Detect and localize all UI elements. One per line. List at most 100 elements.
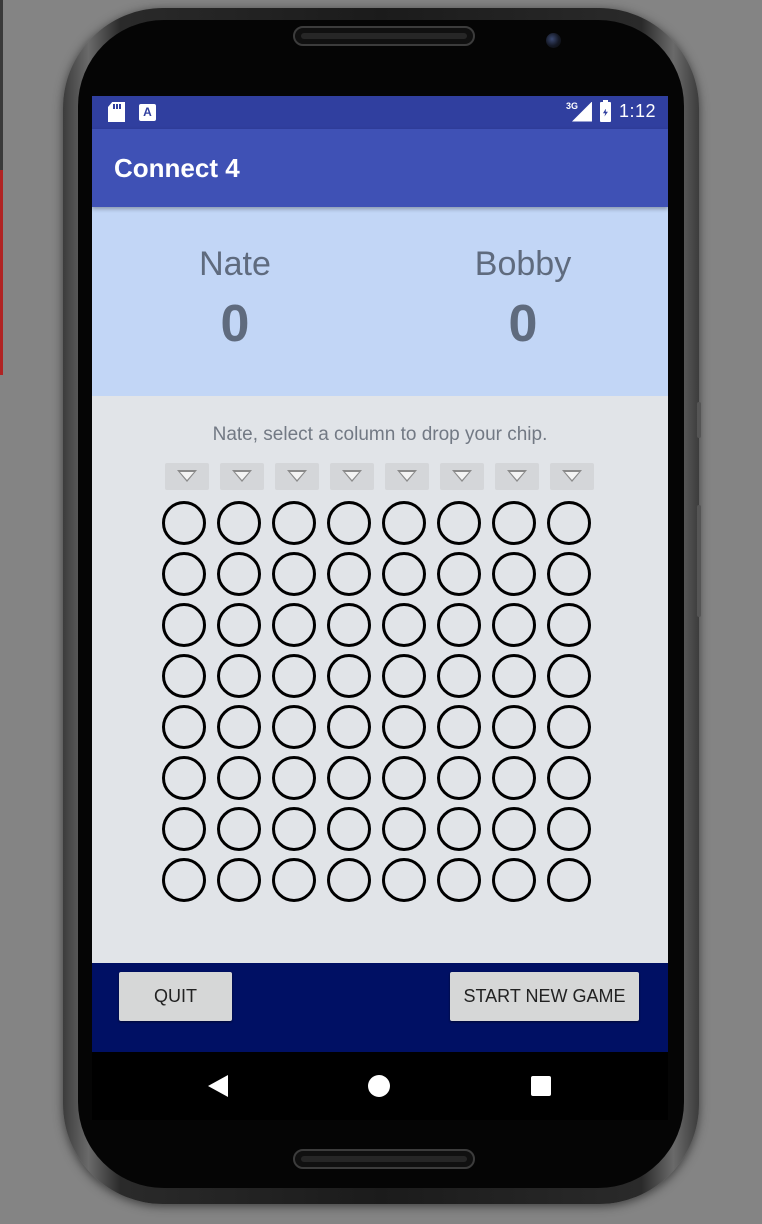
board-cell: [382, 756, 426, 800]
battery-charging-icon: [599, 99, 611, 122]
board-cell: [437, 501, 481, 545]
triangle-down-icon: [287, 470, 307, 482]
board-cell: [382, 807, 426, 851]
board-cell: [327, 552, 371, 596]
player-one-score: 0: [220, 295, 250, 353]
board-cell: [437, 705, 481, 749]
quit-button[interactable]: QUIT: [119, 972, 232, 1021]
board-cell: [547, 501, 591, 545]
home-icon[interactable]: [368, 1075, 390, 1097]
drop-column-3-button[interactable]: [275, 463, 319, 490]
triangle-down-icon: [507, 470, 527, 482]
board-cell: [437, 552, 481, 596]
bottom-speaker: [293, 1149, 475, 1169]
background-strip-red: [0, 170, 3, 375]
board-cell: [217, 603, 261, 647]
score-panel: Nate 0 Bobby 0: [92, 207, 668, 396]
triangle-down-icon: [177, 470, 197, 482]
board-cell: [272, 552, 316, 596]
turn-prompt: Nate, select a column to drop your chip.: [212, 424, 548, 445]
board-cell: [382, 501, 426, 545]
board-cell: [492, 756, 536, 800]
sd-card-icon: [108, 102, 125, 122]
board-cell: [437, 807, 481, 851]
start-new-game-button[interactable]: START NEW GAME: [450, 972, 639, 1021]
player-two-score: 0: [508, 295, 538, 353]
board-cell: [437, 858, 481, 902]
triangle-down-icon: [232, 470, 252, 482]
app-bar: Connect 4: [92, 129, 668, 207]
board-cell: [162, 603, 206, 647]
board-cell: [272, 705, 316, 749]
drop-column-6-button[interactable]: [440, 463, 484, 490]
board-cell: [272, 501, 316, 545]
board-cell: [162, 756, 206, 800]
board-cell: [437, 603, 481, 647]
triangle-down-icon: [397, 470, 417, 482]
board-cell: [272, 654, 316, 698]
board-cell: [162, 858, 206, 902]
recents-icon[interactable]: [531, 1076, 551, 1096]
board-cell: [492, 603, 536, 647]
app-title: Connect 4: [114, 153, 240, 183]
network-type: 3G: [565, 100, 578, 111]
board-cell: [162, 654, 206, 698]
board-cell: [217, 858, 261, 902]
top-speaker: [293, 26, 475, 46]
board-cell: [547, 705, 591, 749]
board-cell: [217, 654, 261, 698]
board-cell: [327, 654, 371, 698]
board-cell: [382, 858, 426, 902]
board-cell: [162, 501, 206, 545]
drop-column-5-button[interactable]: [385, 463, 429, 490]
drop-column-1-button[interactable]: [165, 463, 209, 490]
board-cell: [327, 501, 371, 545]
board-cell: [437, 654, 481, 698]
board-cell: [162, 552, 206, 596]
board-cell: [217, 552, 261, 596]
board-cell: [547, 858, 591, 902]
device-screen: A 3G 1:12 Connect 4 Nate 0 Bobby 0 Nate,…: [92, 96, 668, 1120]
back-icon[interactable]: [208, 1075, 228, 1097]
board-cell: [217, 501, 261, 545]
board-cell: [492, 705, 536, 749]
board-cell: [492, 501, 536, 545]
triangle-down-icon: [562, 470, 582, 482]
drop-column-4-button[interactable]: [330, 463, 374, 490]
volume-button: [697, 402, 701, 438]
board-cell: [217, 705, 261, 749]
player-one: Nate 0: [135, 245, 335, 354]
board-cell: [492, 552, 536, 596]
front-camera: [546, 33, 561, 48]
board-cell: [492, 858, 536, 902]
board-cell: [492, 807, 536, 851]
board-cell: [217, 807, 261, 851]
board-cell: [327, 807, 371, 851]
player-two: Bobby 0: [423, 245, 623, 354]
board-cell: [217, 756, 261, 800]
status-bar: A 3G 1:12: [92, 96, 668, 129]
power-button: [697, 505, 701, 617]
player-one-name: Nate: [199, 245, 271, 283]
board-cell: [382, 705, 426, 749]
triangle-down-icon: [342, 470, 362, 482]
drop-column-7-button[interactable]: [495, 463, 539, 490]
background-strip-dark: [0, 0, 3, 170]
board-cell: [547, 807, 591, 851]
board-cell: [547, 654, 591, 698]
board-cell: [547, 756, 591, 800]
board-cell: [162, 705, 206, 749]
board-cell: [492, 654, 536, 698]
board-cell: [437, 756, 481, 800]
board-cell: [547, 603, 591, 647]
drop-column-8-button[interactable]: [550, 463, 594, 490]
board-cell: [162, 807, 206, 851]
board-cell: [272, 603, 316, 647]
board-area: Nate, select a column to drop your chip.: [92, 396, 668, 963]
board-cell: [382, 603, 426, 647]
triangle-down-icon: [452, 470, 472, 482]
player-two-name: Bobby: [474, 245, 572, 283]
board-cell: [272, 807, 316, 851]
drop-column-2-button[interactable]: [220, 463, 264, 490]
board-cell: [327, 705, 371, 749]
